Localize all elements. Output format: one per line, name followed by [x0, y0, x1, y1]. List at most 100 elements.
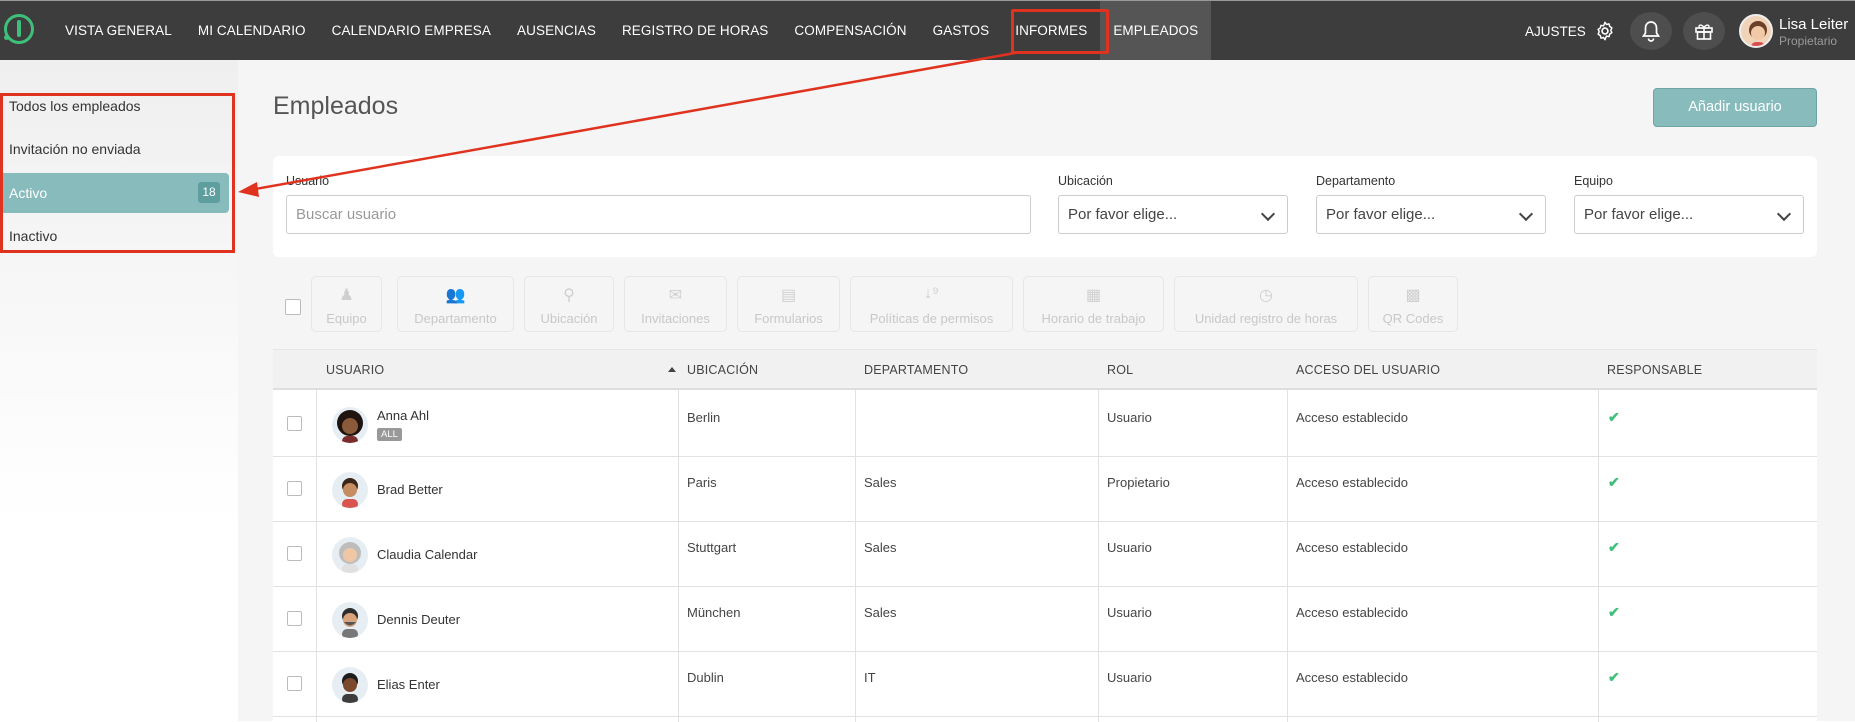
- avatar: [332, 472, 368, 508]
- add-user-button[interactable]: Añadir usuario: [1653, 88, 1817, 127]
- avatar: [332, 537, 368, 573]
- user-role: Propietario: [1779, 34, 1838, 48]
- bulk-time-unit-label: Unidad registro de horas: [1194, 311, 1338, 326]
- col-user[interactable]: USUARIO: [326, 363, 384, 377]
- nav-compensacion[interactable]: COMPENSACIÓN: [781, 1, 919, 61]
- bulk-qr-codes-button[interactable]: ▩ QR Codes: [1368, 276, 1458, 332]
- notifications-button[interactable]: [1630, 12, 1672, 50]
- checkmark-icon: ✔: [1608, 539, 1620, 555]
- document-icon: ▤: [780, 287, 797, 304]
- user-filter-label: Usuario: [286, 174, 330, 188]
- role-cell: Usuario: [1107, 540, 1152, 555]
- checkmark-icon: ✔: [1608, 604, 1620, 620]
- row-checkbox[interactable]: [287, 416, 302, 431]
- access-cell: Acceso establecido: [1296, 540, 1409, 555]
- location-filter-label: Ubicación: [1058, 174, 1113, 188]
- bulk-forms-button[interactable]: ▤ Formularios: [737, 276, 840, 332]
- location-cell: Paris: [687, 475, 717, 490]
- checkmark-icon: ✔: [1608, 474, 1620, 490]
- employee-name[interactable]: Brad Better: [377, 482, 443, 497]
- location-select[interactable]: Por favor elige...: [1058, 195, 1288, 234]
- table-row[interactable]: Anna Ahl ALL Berlin Usuario Acceso estab…: [273, 392, 1817, 457]
- calendar-icon: ▦: [1085, 287, 1102, 304]
- bulk-forms-label: Formularios: [754, 311, 823, 326]
- nav-registro-de-horas[interactable]: REGISTRO DE HORAS: [609, 1, 781, 61]
- col-role[interactable]: ROL: [1107, 363, 1133, 377]
- row-checkbox[interactable]: [287, 676, 302, 691]
- table-row[interactable]: Brad Better Paris Sales Propietario Acce…: [273, 457, 1817, 522]
- table-row[interactable]: Elias Enter Dublin IT Usuario Acceso est…: [273, 652, 1817, 717]
- department-filter-label: Departamento: [1316, 174, 1396, 188]
- table-header: USUARIO UBICACIÓN DEPARTAMENTO ROL ACCES…: [273, 350, 1817, 390]
- bulk-leave-policies-button[interactable]: ↓⁹ Políticas de permisos: [850, 276, 1013, 332]
- bulk-location-label: Ubicación: [540, 311, 598, 326]
- table-row[interactable]: Claudia Calendar Stuttgart Sales Usuario…: [273, 522, 1817, 587]
- checkmark-icon: ✔: [1608, 669, 1620, 685]
- settings-link[interactable]: AJUSTES: [1525, 1, 1616, 61]
- bulk-team-button[interactable]: ♟ Equipo: [311, 276, 382, 332]
- department-select[interactable]: Por favor elige...: [1316, 195, 1546, 234]
- nav-gastos[interactable]: GASTOS: [920, 1, 1003, 61]
- avatar: [332, 602, 368, 638]
- employee-name[interactable]: Anna Ahl: [377, 408, 429, 423]
- bulk-time-unit-button[interactable]: ◷ Unidad registro de horas: [1174, 276, 1358, 332]
- employee-name[interactable]: Dennis Deuter: [377, 612, 460, 627]
- row-checkbox[interactable]: [287, 481, 302, 496]
- gift-icon: [1695, 24, 1713, 40]
- envelope-icon: ✉: [668, 287, 683, 304]
- nav-calendario-empresa[interactable]: CALENDARIO EMPRESA: [319, 1, 504, 61]
- map-pin-icon: ⚲: [563, 287, 575, 304]
- col-location[interactable]: UBICACIÓN: [687, 363, 758, 377]
- bulk-leave-policies-label: Políticas de permisos: [869, 311, 994, 326]
- role-cell: Propietario: [1107, 475, 1170, 490]
- user-avatar: [1739, 14, 1773, 48]
- nav-vista-general[interactable]: VISTA GENERAL: [52, 1, 185, 61]
- filter-panel: Usuario Buscar usuario Ubicación Por fav…: [273, 156, 1817, 257]
- location-cell: Dublin: [687, 670, 724, 685]
- person-icon: ♟: [339, 287, 354, 304]
- access-cell: Acceso establecido: [1296, 670, 1409, 685]
- role-cell: Usuario: [1107, 670, 1152, 685]
- chevron-down-icon: [1518, 206, 1534, 222]
- department-cell: Sales: [864, 475, 897, 490]
- row-checkbox[interactable]: [287, 546, 302, 561]
- bulk-invitations-button[interactable]: ✉ Invitaciones: [624, 276, 727, 332]
- app-logo-dot: [4, 35, 9, 40]
- department-cell: IT: [864, 670, 876, 685]
- bulk-location-button[interactable]: ⚲ Ubicación: [524, 276, 614, 332]
- row-checkbox[interactable]: [287, 611, 302, 626]
- col-responsible[interactable]: RESPONSABLE: [1607, 363, 1702, 377]
- employee-name[interactable]: Claudia Calendar: [377, 547, 477, 562]
- employee-name[interactable]: Elias Enter: [377, 677, 440, 692]
- nav-empleados[interactable]: EMPLEADOS: [1100, 1, 1212, 61]
- sort-numeric-icon: ↓⁹: [924, 285, 939, 302]
- table-row[interactable]: Dennis Deuter München Sales Usuario Acce…: [273, 587, 1817, 652]
- nav-mi-calendario[interactable]: MI CALENDARIO: [185, 1, 319, 61]
- location-select-value: Por favor elige...: [1068, 206, 1178, 223]
- col-user-access[interactable]: ACCESO DEL USUARIO: [1296, 363, 1440, 377]
- user-menu[interactable]: Lisa Leiter Propietario: [1735, 12, 1855, 52]
- search-input[interactable]: Buscar usuario: [286, 195, 1031, 234]
- location-cell: München: [687, 605, 741, 620]
- user-name: Lisa Leiter: [1779, 16, 1849, 33]
- app-logo[interactable]: [4, 14, 34, 44]
- bulk-work-schedule-button[interactable]: ▦ Horario de trabajo: [1023, 276, 1164, 332]
- col-department[interactable]: DEPARTAMENTO: [864, 363, 968, 377]
- employee-tag: ALL: [377, 428, 402, 441]
- bulk-department-label: Departamento: [414, 311, 497, 326]
- access-cell: Acceso establecido: [1296, 475, 1409, 490]
- select-all-checkbox[interactable]: [285, 299, 301, 315]
- bulk-department-button[interactable]: 👥 Departamento: [397, 276, 514, 332]
- team-select[interactable]: Por favor elige...: [1574, 195, 1804, 234]
- role-cell: Usuario: [1107, 410, 1152, 425]
- role-cell: Usuario: [1107, 605, 1152, 620]
- bulk-work-schedule-label: Horario de trabajo: [1041, 311, 1146, 326]
- nav-ausencias[interactable]: AUSENCIAS: [504, 1, 609, 61]
- gift-button[interactable]: [1683, 12, 1725, 50]
- page-title: Empleados: [273, 92, 399, 120]
- chevron-down-icon: [1260, 206, 1276, 222]
- sort-ascending-icon[interactable]: [668, 367, 676, 372]
- employees-table: USUARIO UBICACIÓN DEPARTAMENTO ROL ACCES…: [273, 349, 1817, 722]
- access-cell: Acceso establecido: [1296, 410, 1409, 425]
- bulk-qr-codes-label: QR Codes: [1382, 311, 1444, 326]
